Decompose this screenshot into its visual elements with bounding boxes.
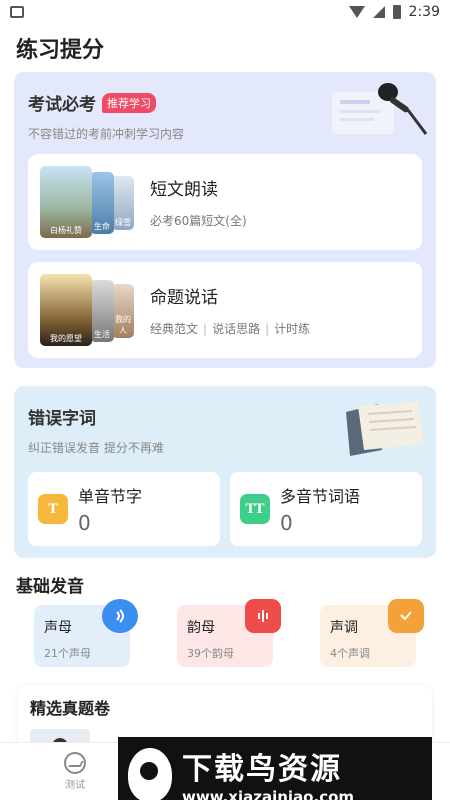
- tab-test-label: 测试: [65, 780, 85, 791]
- watermark-banner: 下载鸟资源 www.xiazainiao.com: [118, 737, 432, 800]
- wave-icon: [102, 599, 138, 633]
- thumb-caption: 白杨礼赞: [50, 226, 82, 235]
- basic-section-title: 基础发音: [16, 577, 84, 597]
- chart-icon: [64, 752, 86, 774]
- tones-count: 4个声调: [330, 647, 370, 660]
- short-reading-card[interactable]: 白杨礼赞 生命 绿雪 短文朗读 必考60篇短文(全): [28, 154, 422, 250]
- multi-syllable-button[interactable]: TT 多音节词语 0: [230, 472, 422, 546]
- practice-page: 练习提分 考试必考 推荐学习 不容错过的考前冲刺学习内容 白杨礼赞 生命 绿雪 …: [0, 24, 450, 800]
- error-words-section: 错误字词 纠正错误发音 提分不再难 T 单音节字 0 TT 多音节词语 0: [14, 386, 436, 558]
- thumb-caption: 生命: [94, 222, 110, 231]
- single-syllable-button[interactable]: T 单音节字 0: [28, 472, 220, 546]
- short-reading-title: 短文朗读: [150, 180, 218, 200]
- finals-count: 39个韵母: [187, 647, 234, 660]
- initials-count: 21个声母: [44, 647, 91, 660]
- image-notification-icon: [10, 6, 24, 18]
- finals-card[interactable]: 韵母 39个韵母: [177, 599, 281, 667]
- exam-section: 考试必考 推荐学习 不容错过的考前冲刺学习内容 白杨礼赞 生命 绿雪 短文朗读 …: [14, 72, 436, 368]
- multi-syllable-count: 0: [280, 511, 293, 535]
- bird-logo-icon: [128, 748, 172, 800]
- short-reading-thumbs: 白杨礼赞 生命 绿雪: [40, 166, 136, 238]
- watermark-url: www.xiazainiao.com: [182, 788, 355, 800]
- single-syllable-count: 0: [78, 511, 91, 535]
- multi-syllable-label: 多音节词语: [280, 487, 361, 506]
- text-tt-icon: TT: [240, 494, 270, 524]
- signal-icon: [372, 6, 385, 18]
- microphone-illustration: [332, 83, 428, 135]
- thumb-caption: 我的愿望: [50, 334, 82, 343]
- page-title: 练习提分: [16, 38, 105, 63]
- exam-section-title: 考试必考: [28, 95, 96, 115]
- status-bar: 2:39: [0, 0, 450, 24]
- topic-speaking-tags: 经典范文 | 说话思路 | 计时练: [150, 322, 311, 336]
- text-t-icon: T: [38, 494, 68, 524]
- audio-book-icon: [245, 599, 281, 633]
- topic-speaking-title: 命题说话: [150, 288, 218, 308]
- thumb-caption: 生活: [94, 330, 110, 339]
- papers-title: 精选真题卷: [30, 699, 111, 718]
- basic-cards: 声母 21个声母 韵母 39个韵母 声调 4个声调: [0, 597, 450, 667]
- tag-example[interactable]: 经典范文: [150, 322, 198, 336]
- recommend-badge: 推荐学习: [102, 92, 156, 113]
- topic-speaking-thumbs: 我的愿望 生活 我的人: [40, 274, 136, 346]
- thumb-caption: 绿雪: [115, 218, 131, 227]
- single-syllable-label: 单音节字: [78, 487, 143, 506]
- topic-speaking-card[interactable]: 我的愿望 生活 我的人 命题说话 经典范文 | 说话思路 | 计时练: [28, 262, 422, 358]
- tone-icon: [388, 599, 424, 633]
- status-time: 2:39: [408, 4, 440, 20]
- initials-card[interactable]: 声母 21个声母: [34, 599, 138, 667]
- short-reading-desc: 必考60篇短文(全): [150, 214, 247, 228]
- thumb-caption: 我的人: [115, 315, 131, 335]
- wifi-icon: [348, 6, 365, 18]
- book-illustration: [346, 402, 424, 456]
- tag-thinking[interactable]: 说话思路: [212, 322, 260, 336]
- tones-card[interactable]: 声调 4个声调: [320, 599, 424, 667]
- battery-icon: [392, 5, 401, 19]
- tag-timed[interactable]: 计时练: [274, 322, 310, 336]
- watermark-title: 下载鸟资源: [182, 752, 342, 787]
